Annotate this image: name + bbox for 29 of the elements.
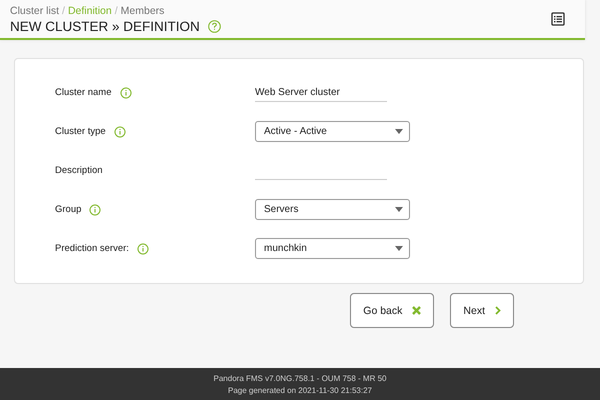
- dropdown-arrow-icon: [395, 207, 403, 212]
- field-label: Cluster name: [55, 87, 112, 98]
- field-label: Prediction server:: [55, 243, 129, 254]
- info-icon[interactable]: [114, 126, 126, 138]
- cross-icon: [412, 306, 422, 315]
- dropdown-arrow-icon: [395, 246, 403, 251]
- info-icon[interactable]: [136, 242, 149, 254]
- select-dropdown[interactable]: Active - Active: [255, 121, 410, 142]
- footer-text: Page generated on 2021-11-30 21:53:27: [228, 386, 372, 394]
- info-icon[interactable]: [120, 86, 132, 98]
- field-label: Cluster type: [55, 126, 106, 137]
- page-title: NEW CLUSTER » DEFINITION: [10, 18, 200, 34]
- field-label: Description: [55, 165, 103, 176]
- help-icon[interactable]: [208, 20, 221, 32]
- dropdown-arrow-icon: [395, 129, 403, 134]
- next-button[interactable]: Next: [450, 293, 514, 328]
- breadcrumb-link[interactable]: Members: [120, 4, 164, 16]
- breadcrumb-link[interactable]: Cluster list: [10, 4, 60, 16]
- breadcrumb-separator: /: [62, 4, 65, 16]
- go-back-button[interactable]: Go back: [350, 293, 434, 328]
- info-icon[interactable]: [89, 204, 102, 216]
- chevron-right-icon: [495, 306, 501, 315]
- footer-text: Pandora FMS v7.0NG.758.1 - OUM 758 - MR 50: [214, 374, 386, 382]
- field-label: Group: [55, 204, 82, 215]
- breadcrumb-separator: /: [114, 4, 118, 16]
- select-dropdown[interactable]: Servers: [255, 199, 410, 220]
- list-icon[interactable]: [551, 12, 565, 26]
- text-field[interactable]: Web Server cluster: [255, 84, 387, 102]
- select-dropdown[interactable]: munchkin: [255, 238, 410, 259]
